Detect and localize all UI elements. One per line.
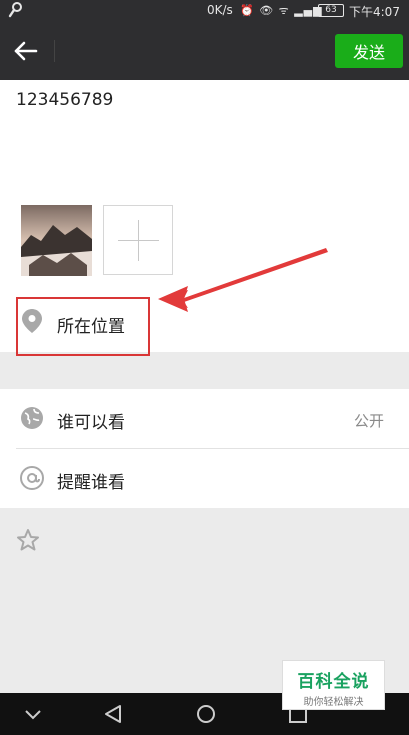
- network-speed: 0K/s: [207, 3, 233, 17]
- nav-home-icon[interactable]: [192, 693, 220, 735]
- settings-list: 谁可以看 公开 提醒谁看: [0, 389, 409, 508]
- mention-row[interactable]: 提醒谁看: [0, 449, 409, 508]
- watermark-subtitle: 助你轻松解决: [303, 697, 364, 708]
- visibility-row[interactable]: 谁可以看 公开: [0, 389, 409, 449]
- visibility-value: 公开: [353, 412, 384, 430]
- mention-label: 提醒谁看: [57, 473, 125, 493]
- watermark-title: 百科全说: [297, 672, 370, 692]
- globe-icon: [21, 407, 43, 429]
- visibility-label: 谁可以看: [57, 413, 125, 433]
- nav-back-icon[interactable]: [100, 693, 128, 735]
- watermark-badge: 百科全说 助你轻松解决: [282, 660, 385, 710]
- back-arrow-icon[interactable]: [10, 35, 42, 67]
- title-bar: 发送: [0, 22, 409, 80]
- nav-down-icon[interactable]: [22, 693, 44, 735]
- system-status-icons: ⏰ 👁 ᯤ ▂▄▆: [240, 4, 323, 17]
- star-icon[interactable]: [16, 528, 40, 552]
- post-text-input[interactable]: 123456789: [16, 90, 113, 110]
- annotation-arrow: [158, 248, 328, 312]
- highlight-box: [16, 297, 150, 356]
- wrench-icon: [8, 2, 22, 18]
- at-icon: [20, 466, 44, 490]
- photo-thumbnail[interactable]: [21, 205, 92, 276]
- clock: 下午4:07: [349, 5, 400, 19]
- status-bar: 0K/s ⏰ 👁 ᯤ ▂▄▆ 63 下午4:07: [0, 0, 409, 22]
- battery-indicator: 63: [318, 4, 344, 17]
- send-button[interactable]: 发送: [335, 34, 403, 68]
- title-divider: [54, 40, 55, 62]
